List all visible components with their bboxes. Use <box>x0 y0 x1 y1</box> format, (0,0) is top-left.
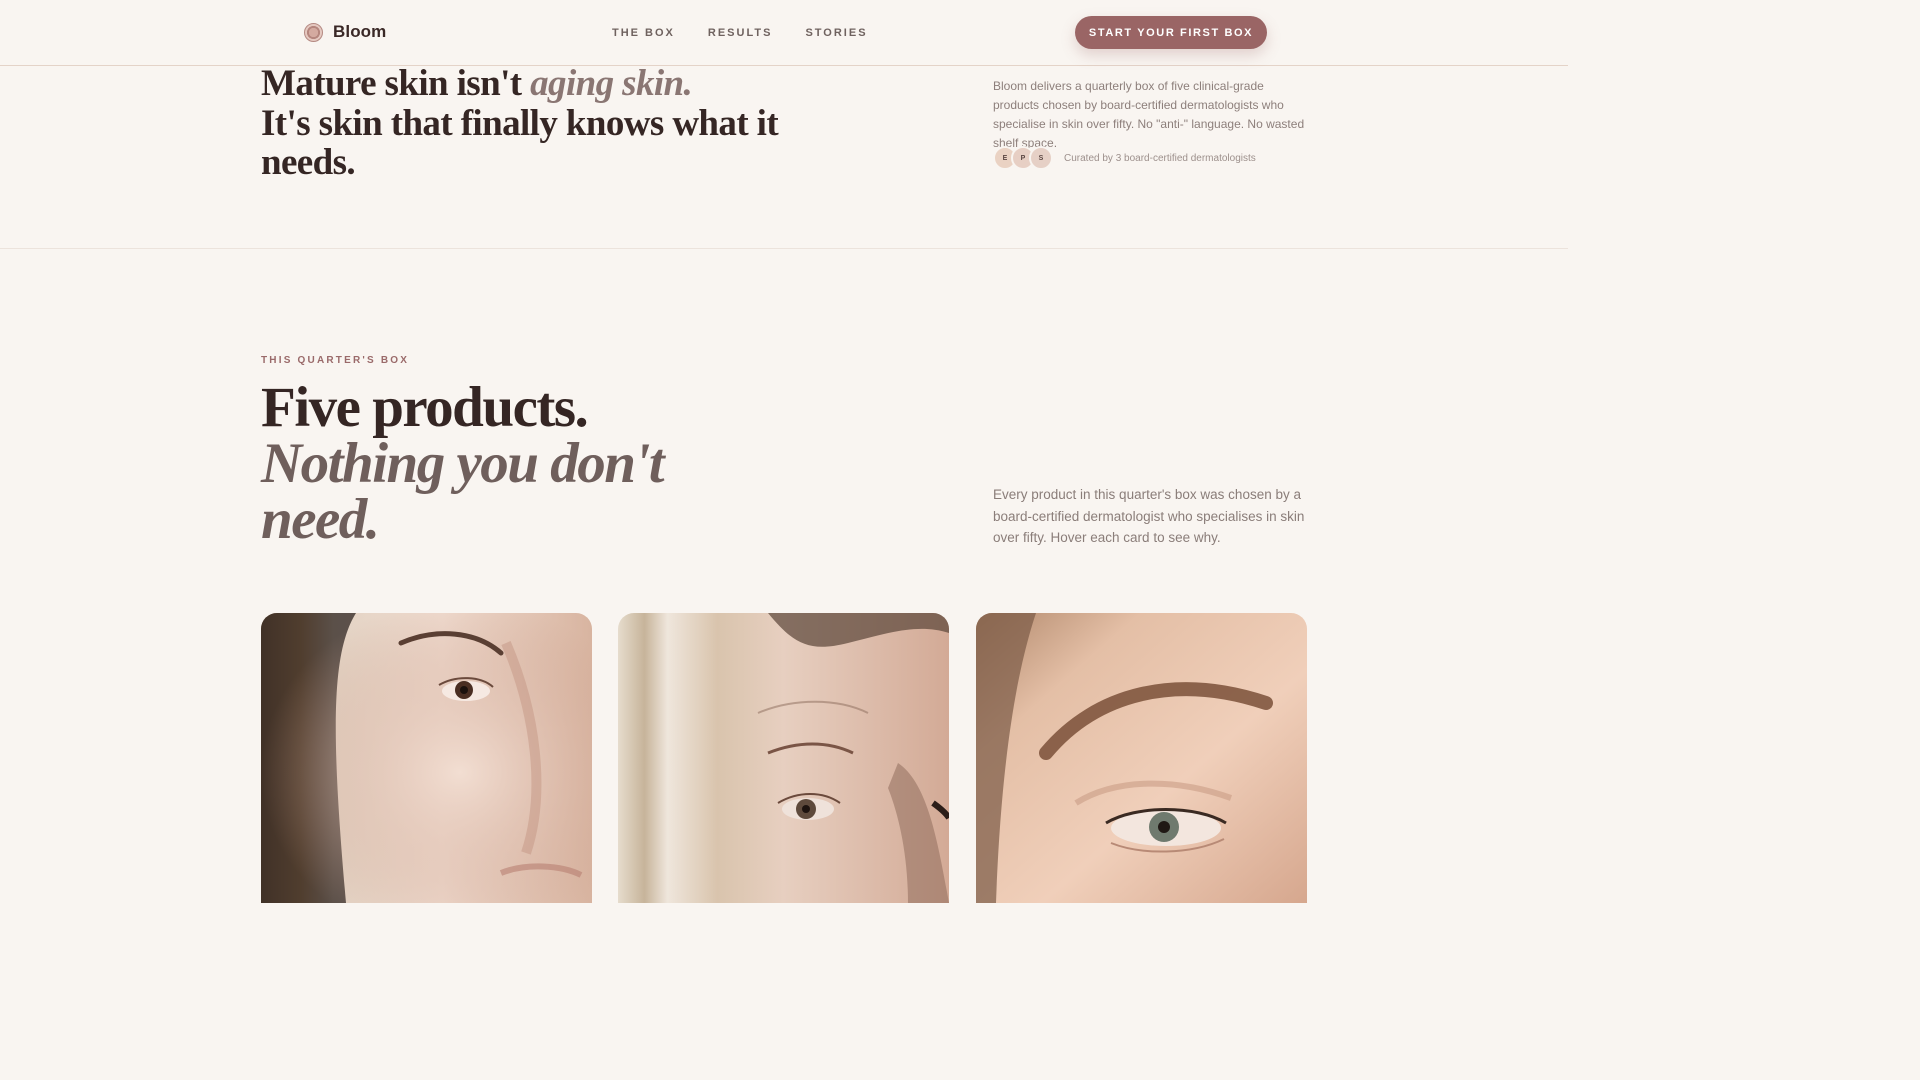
product-card[interactable] <box>976 613 1307 903</box>
curators-row: E P S Curated by 3 board-certified derma… <box>993 146 1256 170</box>
nav-item-results[interactable]: RESULTS <box>708 27 773 39</box>
box-title-line1: Five products. <box>261 376 589 439</box>
start-first-box-button[interactable]: START YOUR FIRST BOX <box>1075 16 1267 49</box>
woman-face-closeup-photo <box>261 613 592 903</box>
site-header: Bloom THE BOX RESULTS STORIES START YOUR… <box>0 0 1568 66</box>
hero-title-part1: Mature skin isn't <box>261 63 531 104</box>
product-card[interactable] <box>261 613 592 903</box>
box-section-title: Five products. Nothing you don't need. <box>261 379 721 551</box>
curators-text: Curated by 3 board-certified dermatologi… <box>1064 152 1256 164</box>
main-nav: THE BOX RESULTS STORIES <box>612 27 901 39</box>
brand-name: Bloom <box>333 22 387 41</box>
hero-title-emphasis: aging skin. <box>530 63 693 104</box>
section-eyebrow: THIS QUARTER'S BOX <box>261 355 410 366</box>
box-title-emphasis: Nothing you don't need. <box>261 432 665 551</box>
product-card[interactable] <box>618 613 949 903</box>
brand[interactable]: Bloom <box>304 22 386 42</box>
eye-closeup-photo <box>976 613 1307 903</box>
hero-title: Mature skin isn't aging skin. It's skin t… <box>261 64 781 183</box>
box-section-description: Every product in this quarter's box was … <box>993 487 1305 545</box>
hero-title-part2: It's skin that finally knows what it nee… <box>261 102 779 183</box>
woman-eye-closeup-photo <box>618 613 949 903</box>
nav-item-stories[interactable]: STORIES <box>805 27 867 39</box>
avatar: S <box>1029 146 1053 170</box>
nav-item-the-box[interactable]: THE BOX <box>612 27 675 39</box>
section-divider <box>0 248 1568 249</box>
bloom-logo-icon <box>304 22 323 42</box>
hero-description: Bloom delivers a quarterly box of five c… <box>993 79 1305 150</box>
